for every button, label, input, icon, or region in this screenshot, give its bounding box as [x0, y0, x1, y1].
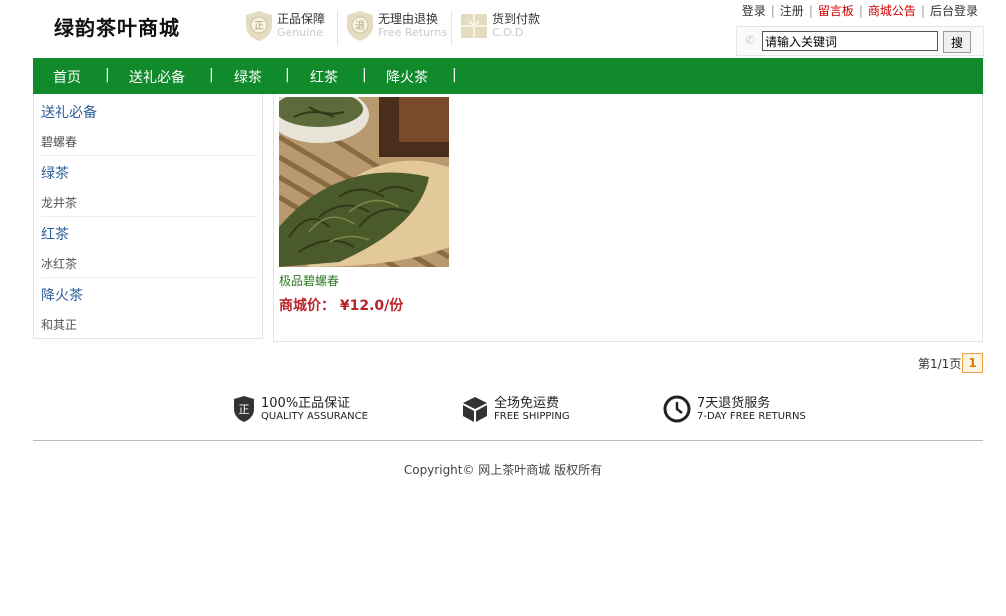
feature-quality: 正 100%正品保证 QUALITY ASSURANCE	[233, 393, 368, 427]
cod-package-icon	[460, 11, 488, 41]
return-shield-icon: 退	[346, 11, 374, 41]
nav-item-cooling-tea[interactable]: 降火茶	[386, 67, 428, 87]
site-logo[interactable]: 绿韵茶叶商城	[54, 12, 180, 41]
feature-shipping: 全场免运费 FREE SHIPPING	[462, 393, 570, 427]
link-separator: |	[808, 4, 813, 18]
login-link[interactable]: 登录	[742, 4, 766, 18]
sidebar-category[interactable]: 降火茶	[41, 285, 83, 305]
category-sidebar: 送礼必备 碧螺春 绿茶 龙井茶 红茶 冰红茶 降火茶 和其正	[33, 94, 263, 339]
divider	[41, 155, 257, 156]
link-separator: |	[770, 4, 775, 18]
svg-text:正: 正	[239, 403, 250, 416]
badge-cn: 货到付款	[492, 12, 541, 26]
svg-text:退: 退	[355, 20, 365, 32]
announcement-link[interactable]: 商城公告	[868, 4, 916, 18]
nav-separator: |	[285, 67, 290, 83]
divider	[337, 10, 338, 46]
main-nav: 首页 | 送礼必备 | 绿茶 | 红茶 | 降火茶 |	[33, 58, 983, 94]
search-box: ✆ 搜	[736, 26, 984, 56]
clock-icon	[663, 395, 691, 426]
feature-en: 7-DAY FREE RETURNS	[697, 411, 806, 422]
sidebar-subcategory[interactable]: 和其正	[41, 316, 77, 333]
badge-cn: 无理由退换	[378, 12, 439, 26]
box-icon	[462, 395, 488, 426]
genuine-shield-icon: 正	[245, 11, 273, 41]
link-separator: |	[858, 4, 863, 18]
search-button[interactable]: 搜	[943, 31, 971, 53]
svg-text:正: 正	[254, 21, 264, 32]
badge-cn: 正品保障	[277, 12, 326, 26]
sidebar-category[interactable]: 绿茶	[41, 163, 69, 183]
badge-cod: 货到付款 C.O.D	[460, 8, 540, 44]
genuine-shield-icon: 正	[233, 395, 255, 426]
badge-en: Genuine	[277, 26, 324, 39]
phone-icon: ✆	[745, 33, 756, 47]
product-price: 商城价： ¥12.0/份	[279, 298, 404, 314]
product-image[interactable]	[279, 97, 449, 267]
nav-separator: |	[105, 67, 110, 83]
divider	[41, 277, 257, 278]
nav-separator: |	[362, 67, 367, 83]
badge-genuine: 正 正品保障 Genuine	[245, 8, 325, 44]
guestbook-link[interactable]: 留言板	[818, 4, 854, 18]
feature-en: FREE SHIPPING	[494, 411, 570, 422]
nav-item-gifts[interactable]: 送礼必备	[129, 67, 185, 87]
page-number-current[interactable]: 1	[962, 353, 983, 373]
nav-item-home[interactable]: 首页	[53, 67, 81, 87]
badge-en: Free Returns	[378, 26, 448, 39]
sidebar-category[interactable]: 红茶	[41, 224, 69, 244]
sidebar-subcategory[interactable]: 碧螺春	[41, 133, 77, 150]
top-links: 登录 | 注册 | 留言板 | 商城公告 | 后台登录	[742, 2, 978, 19]
feature-cn: 7天退货服务	[697, 396, 771, 411]
nav-separator: |	[452, 67, 457, 83]
page-info: 第1/1页	[918, 357, 962, 371]
badge-en: C.O.D	[492, 26, 524, 39]
search-input[interactable]	[762, 31, 938, 51]
divider	[41, 216, 257, 217]
product-name[interactable]: 极品碧螺春	[279, 272, 339, 289]
sidebar-subcategory[interactable]: 龙井茶	[41, 194, 77, 211]
sidebar-category[interactable]: 送礼必备	[41, 102, 97, 122]
copyright-text: Copyright© 网上茶叶商城 版权所有	[403, 463, 603, 477]
divider	[451, 10, 452, 46]
register-link[interactable]: 注册	[780, 4, 804, 18]
nav-item-green-tea[interactable]: 绿茶	[234, 67, 262, 87]
admin-login-link[interactable]: 后台登录	[930, 4, 978, 18]
feature-en: QUALITY ASSURANCE	[261, 411, 368, 422]
sidebar-subcategory[interactable]: 冰红茶	[41, 255, 77, 272]
feature-returns: 7天退货服务 7-DAY FREE RETURNS	[663, 393, 806, 427]
link-separator: |	[920, 4, 925, 18]
nav-item-black-tea[interactable]: 红茶	[310, 67, 338, 87]
feature-cn: 100%正品保证	[261, 396, 351, 411]
footer-divider	[33, 440, 983, 441]
feature-cn: 全场免运费	[494, 396, 560, 411]
nav-separator: |	[209, 67, 214, 83]
badge-returns: 退 无理由退换 Free Returns	[346, 8, 447, 44]
